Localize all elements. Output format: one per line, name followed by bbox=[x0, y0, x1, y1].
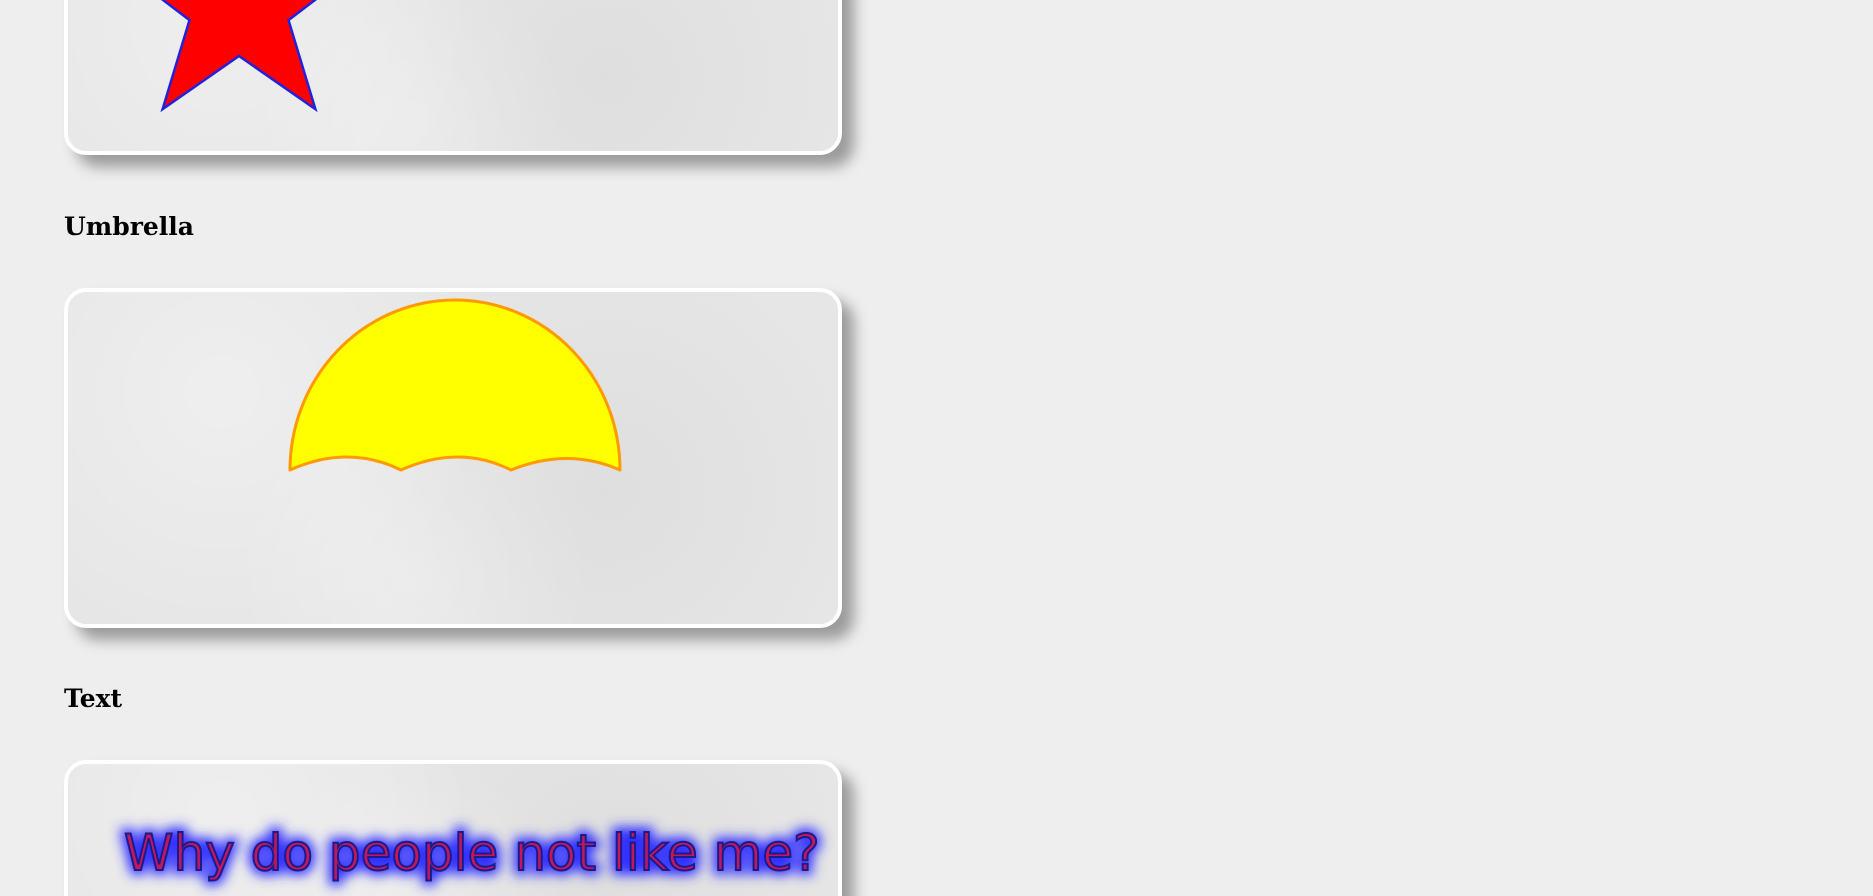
star-canvas bbox=[160, 0, 318, 113]
umbrella-card bbox=[64, 288, 842, 628]
star-shape bbox=[160, 0, 318, 113]
text-heading: Text bbox=[64, 684, 123, 713]
umbrella-heading: Umbrella bbox=[64, 212, 195, 241]
text-demo-label: Why do people not like me? bbox=[124, 824, 820, 882]
umbrella-shape bbox=[288, 298, 622, 472]
text-card: Why do people not like me? Why do people… bbox=[64, 760, 842, 896]
umbrella-canvas bbox=[288, 298, 622, 472]
text-canvas: Why do people not like me? Why do people… bbox=[119, 819, 825, 887]
star-card bbox=[64, 0, 842, 155]
page: Umbrella Text Why do people not like me?… bbox=[0, 0, 1873, 896]
